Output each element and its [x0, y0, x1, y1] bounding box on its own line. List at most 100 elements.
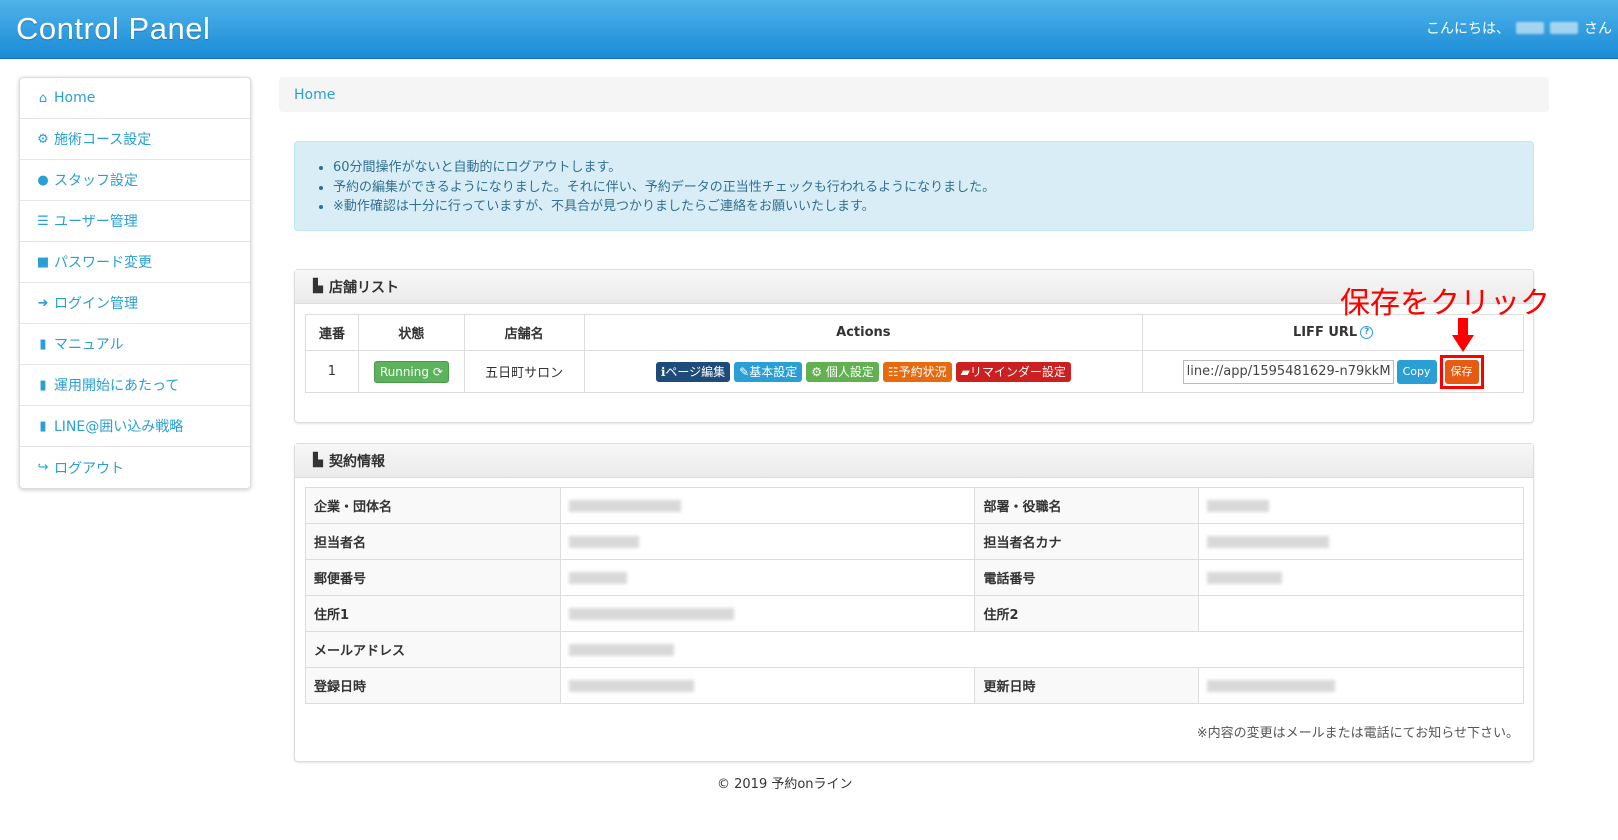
field-value-redacted [559, 523, 976, 560]
file-icon: ▙ [313, 453, 323, 468]
save-highlight-box: 保存 [1439, 354, 1484, 389]
column-header: 連番 [305, 314, 359, 351]
field-value-redacted [1198, 487, 1524, 524]
sidebar-item-line-strategy[interactable]: ▮ LINE@囲い込み戦略 [20, 406, 250, 447]
field-label: 郵便番号 [305, 559, 561, 596]
sidebar-item-login-management[interactable]: ➜ ログイン管理 [20, 283, 250, 324]
redacted-text [1207, 535, 1330, 548]
column-header-label: LIFF URL [1292, 325, 1358, 340]
redacted-text [568, 499, 681, 512]
sidebar-item-home[interactable]: ⌂ Home [20, 78, 250, 119]
button-label: 基本設定 [749, 364, 798, 379]
redacted-text [568, 643, 674, 656]
wrench-icon: ✎ [739, 364, 750, 379]
field-label: 住所1 [305, 595, 561, 632]
status-label: Running [379, 364, 429, 379]
table-row: 郵便番号 電話番号 [305, 559, 1524, 596]
breadcrumb-home-link[interactable]: Home [294, 87, 335, 103]
contract-info-heading: ▙ 契約情報 [295, 444, 1533, 478]
sidebar-item-label: スタッフ設定 [54, 173, 138, 189]
blurred-username [1516, 22, 1544, 34]
page-edit-button[interactable]: ℹページ編集 [655, 361, 731, 382]
personal-settings-button[interactable]: ⚙ 個人設定 [806, 361, 879, 382]
refresh-icon: ⟳ [432, 364, 443, 379]
sidebar-item-manual[interactable]: ▮ マニュアル [20, 324, 250, 365]
liff-url-input[interactable] [1182, 359, 1394, 384]
save-button[interactable]: 保存 [1444, 359, 1479, 384]
redacted-text [568, 679, 694, 692]
table-row: メールアドレス [305, 631, 1525, 668]
sidebar-item-label: ユーザー管理 [54, 214, 138, 230]
panel-title: 契約情報 [329, 453, 385, 470]
logout-icon: ↪ [37, 460, 49, 475]
row-number: 1 [305, 350, 359, 393]
field-value-redacted [559, 631, 1525, 668]
reservation-status-button[interactable]: ☷予約状況 [882, 361, 952, 382]
login-icon: ➜ [37, 295, 49, 311]
field-label: 企業・団体名 [305, 487, 561, 524]
brand-title[interactable]: Control Panel [16, 11, 210, 47]
column-header: 状態 [357, 314, 465, 351]
gear-icon: ⚙ [37, 131, 49, 147]
sidebar-nav: ⌂ Home ⚙ 施術コース設定 ● スタッフ設定 ☰ ユーザー管理 ■ パスワ… [19, 77, 251, 489]
home-icon: ⌂ [38, 90, 48, 106]
redacted-text [568, 535, 639, 548]
greeting-prefix: こんにちは、 [1426, 21, 1510, 37]
redacted-text [1207, 571, 1283, 584]
table-row: 企業・団体名 部署・役職名 [305, 487, 1524, 524]
button-label: 予約状況 [898, 364, 947, 379]
sidebar-item-course-settings[interactable]: ⚙ 施術コース設定 [20, 119, 250, 160]
down-arrow-icon [1452, 318, 1474, 352]
lock-icon: ■ [36, 254, 50, 270]
field-value-redacted [1198, 667, 1524, 704]
field-value-redacted [1198, 559, 1524, 596]
field-label: 部署・役職名 [974, 487, 1200, 524]
field-value-redacted [1198, 523, 1524, 560]
breadcrumb: Home [279, 77, 1549, 112]
sidebar-item-label: マニュアル [54, 337, 124, 353]
sidebar-item-getting-started[interactable]: ▮ 運用開始にあたって [20, 365, 250, 406]
button-label: ページ編集 [665, 364, 726, 379]
list-icon: ☷ [887, 364, 899, 379]
contract-change-note: ※内容の変更はメールまたは電話にてお知らせ下さい。 [1196, 726, 1519, 741]
button-label: 個人設定 [825, 364, 874, 379]
sidebar-item-label: ログアウト [54, 460, 124, 477]
redacted-text [1207, 679, 1336, 692]
info-alert: 60分間操作がないと自動的にログアウトします。 予約の編集ができるようになりまし… [294, 141, 1534, 231]
book-icon: ▮ [39, 336, 47, 352]
field-value-redacted [559, 667, 976, 704]
button-label: リマインダー設定 [969, 364, 1066, 379]
book-icon: ▮ [39, 418, 47, 434]
field-label: 電話番号 [974, 559, 1200, 596]
store-name: 五日町サロン [463, 350, 585, 393]
alert-item: ※動作確認は十分に行っていますが、不具合が見つかりましたらご連絡をお願いいたしま… [333, 197, 1533, 217]
sidebar-item-password-change[interactable]: ■ パスワード変更 [20, 242, 250, 283]
footer-copyright: © 2019 予約onライン [717, 777, 853, 792]
redacted-text [1207, 499, 1270, 512]
status-cell: Running ⟳ [357, 350, 465, 393]
field-label: 住所2 [974, 595, 1200, 632]
sidebar-item-user-management[interactable]: ☰ ユーザー管理 [20, 201, 250, 242]
question-circle-icon[interactable]: ? [1360, 326, 1374, 339]
panel-title: 店舗リスト [329, 279, 399, 296]
field-value-redacted [559, 487, 976, 524]
sidebar-item-label: LINE@囲い込み戦略 [54, 419, 184, 435]
sidebar-item-logout[interactable]: ↪ ログアウト [20, 447, 250, 488]
field-value-redacted [559, 595, 976, 632]
comment-icon: ▰ [960, 364, 970, 379]
file-icon: ▙ [313, 279, 323, 294]
reminder-settings-button[interactable]: ▰リマインダー設定 [955, 361, 1071, 382]
basic-settings-button[interactable]: ✎基本設定 [734, 361, 803, 382]
field-value-redacted [559, 559, 976, 596]
copy-button[interactable]: Copy [1396, 359, 1437, 384]
store-table: 連番 状態 店舗名 Actions LIFF URL? 1 Running ⟳ … [305, 314, 1524, 393]
table-row: 住所1 住所2 [305, 595, 1524, 632]
top-navbar: Control Panel こんにちは、 さん [0, 0, 1618, 59]
running-status-button[interactable]: Running ⟳ [373, 360, 449, 383]
contract-info-panel: ▙ 契約情報 企業・団体名 部署・役職名 担当者名 担当者名カナ 郵便番号 電話… [294, 443, 1534, 762]
sidebar-item-label: Home [54, 90, 96, 106]
list-icon: ☰ [37, 213, 49, 229]
alert-item: 予約の編集ができるようになりました。それに伴い、予約データの正当性チェックも行わ… [333, 178, 1533, 198]
actions-cell: ℹページ編集 ✎基本設定 ⚙ 個人設定 ☷予約状況 ▰リマインダー設定 [583, 350, 1144, 393]
sidebar-item-staff-settings[interactable]: ● スタッフ設定 [20, 160, 250, 201]
